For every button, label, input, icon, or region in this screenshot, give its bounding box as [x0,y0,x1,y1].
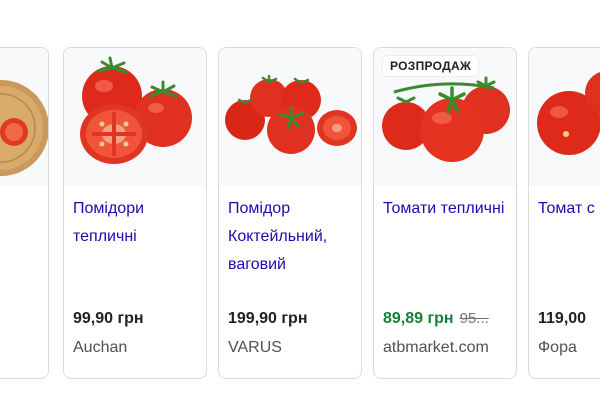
product-title-link[interactable]: Томати тепличні [383,195,516,223]
product-card[interactable]: РОЗПРОДАЖ Томати тепличні 89,89 грн 95...… [373,47,517,379]
store-name: atbmarket.com [383,339,489,356]
product-carousel: Помідори тепличні 99,90 грн Auchan Помід… [0,0,600,400]
store-name: Auchan [73,339,128,356]
product-card[interactable]: Томат с 119,00 Фора [528,47,600,379]
product-price: 199,90 грн [228,310,308,327]
store-name: Фора [538,339,577,356]
old-price: 95... [459,310,489,327]
sale-price: 89,89 грн [383,310,454,327]
price-row: 119,00 [538,310,586,328]
product-title-link[interactable]: Томат с [538,195,600,223]
product-image[interactable] [219,48,361,186]
product-card[interactable] [0,47,49,379]
price-row: 89,89 грн 95... [383,310,489,328]
product-image[interactable] [64,48,206,186]
product-image[interactable] [0,48,48,186]
sale-badge: РОЗПРОДАЖ [383,56,479,76]
product-card[interactable]: Помідор Коктейльний, ваговий 199,90 грн … [218,47,362,379]
price-row: 99,90 грн [73,310,144,328]
product-title-link[interactable]: Помідор Коктейльний, ваговий [228,195,361,279]
product-image[interactable]: РОЗПРОДАЖ [374,48,516,186]
product-price: 119,00 [538,310,587,327]
product-card[interactable]: Помідори тепличні 99,90 грн Auchan [63,47,207,379]
store-name: VARUS [228,339,282,356]
product-image[interactable] [529,48,600,186]
price-row: 199,90 грн [228,310,307,328]
product-title-link[interactable]: Помідори тепличні [73,195,206,251]
product-price: 99,90 грн [73,310,144,327]
